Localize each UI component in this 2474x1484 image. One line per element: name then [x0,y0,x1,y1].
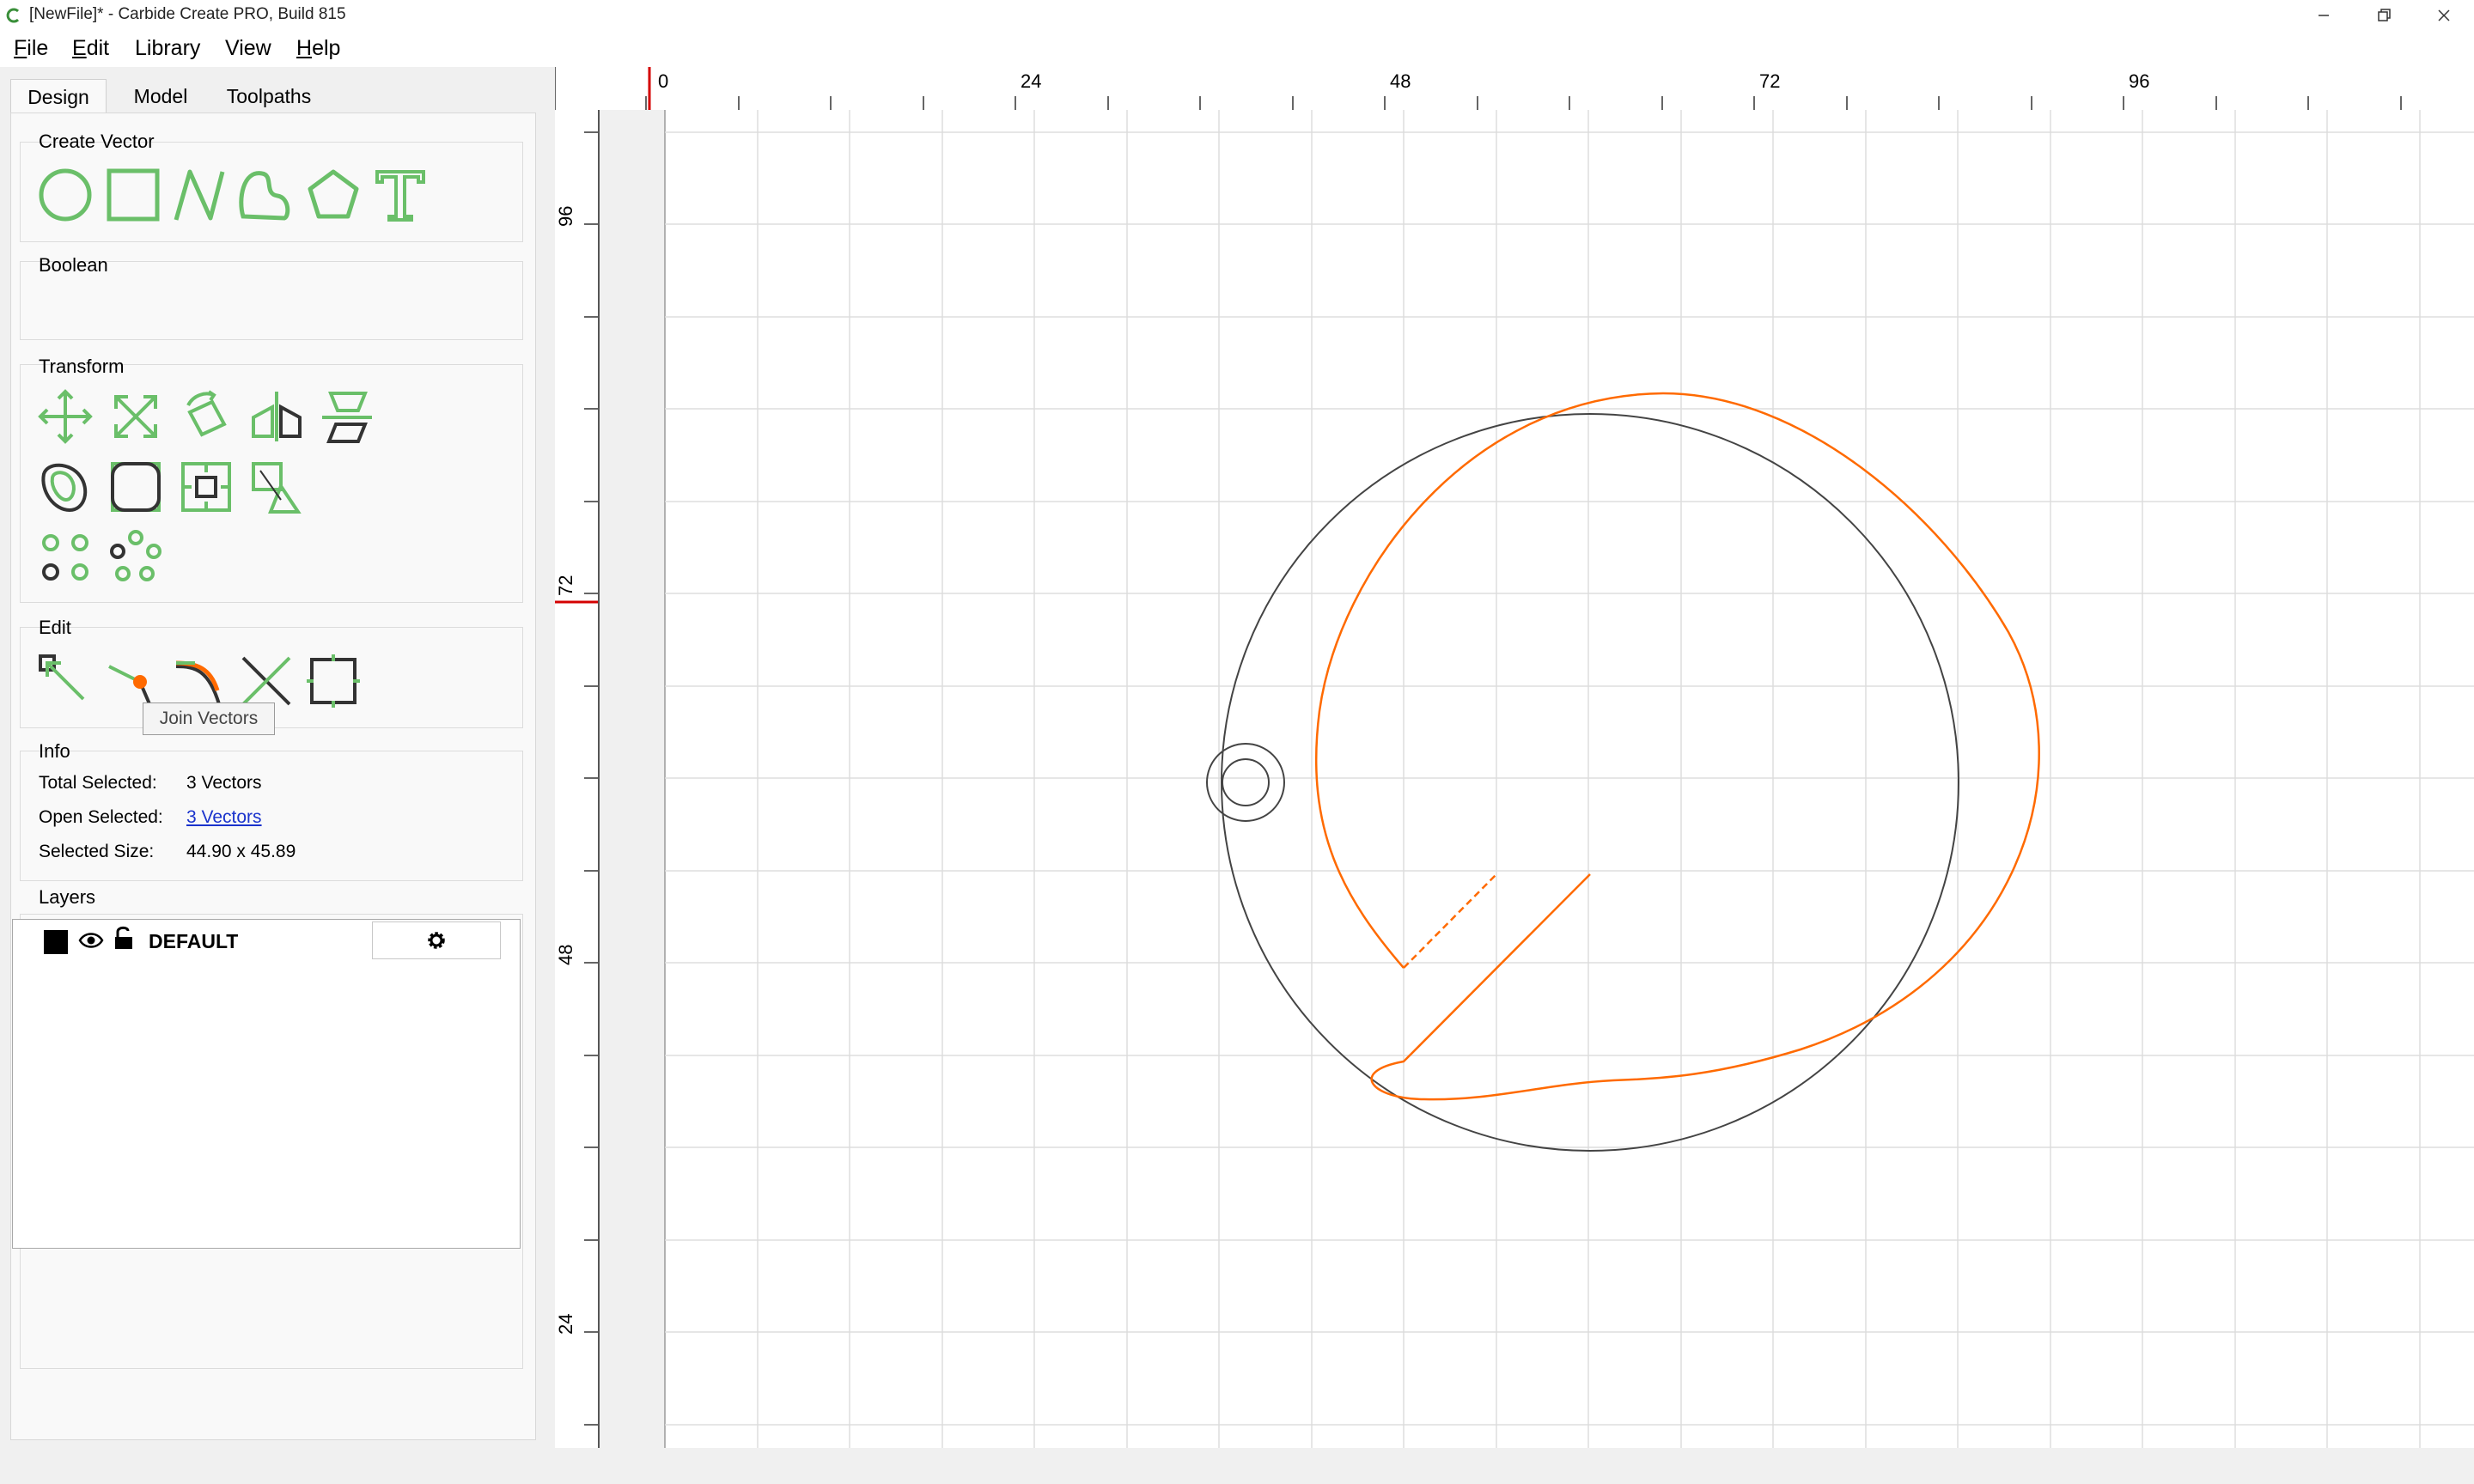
unlock-icon[interactable] [113,925,135,951]
eye-icon[interactable] [78,930,104,951]
draw-rectangle-button[interactable] [102,165,162,225]
canvas-drawing[interactable] [600,110,2474,1448]
layers-title: Layers [39,886,96,908]
tab-design[interactable]: Design [10,79,107,114]
node-edit-icon [39,654,85,701]
group-button[interactable] [176,457,236,517]
offset-button[interactable] [35,457,95,517]
minimize-icon [2319,15,2329,16]
tab-model[interactable]: Model [113,79,208,113]
restore-icon [2378,9,2391,21]
layer-color-swatch[interactable] [44,930,68,954]
title-bar: [NewFile]* - Carbide Create PRO, Build 8… [0,0,2474,31]
polygon-icon [308,169,359,219]
rectangle-icon [107,168,160,222]
fillet-icon [111,462,161,512]
ungroup-button[interactable] [247,457,307,517]
ruler-y-label: 48 [555,944,576,965]
menu-bar: File Edit Library View Help [0,31,2474,67]
total-selected-label: Total Selected: [39,773,157,793]
vertical-ruler: 96 72 48 24 [555,110,600,1448]
menu-help[interactable]: Help [296,36,340,61]
create-vector-title: Create Vector [39,131,155,152]
bounding-box-icon [307,654,360,708]
horizontal-ruler: 0 24 48 72 96 [554,67,2474,112]
draw-circle-button[interactable] [35,165,95,225]
curve-icon [239,171,290,221]
join-vectors-tooltip: Join Vectors [143,702,275,735]
menu-view[interactable]: View [225,36,271,61]
preview-join-segment [1403,873,1497,969]
move-button[interactable] [35,386,95,447]
menu-library[interactable]: Library [135,36,200,61]
rotate-button[interactable] [176,386,236,447]
gear-icon [428,932,445,949]
draw-polygon-button[interactable] [303,165,363,225]
align-button[interactable] [317,386,377,447]
draw-text-button[interactable] [370,165,430,225]
rotate-icon [186,390,227,437]
boolean-title: Boolean [39,254,108,276]
draw-curve-button[interactable] [236,165,296,225]
selected-size-value: 44.90 x 45.89 [186,842,296,861]
minimize-button[interactable] [2294,0,2354,31]
ruler-y-label: 96 [555,205,576,227]
large-circle-vector[interactable] [1221,413,1959,1152]
small-circle-inner-vector[interactable] [1222,758,1270,806]
selected-size-label: Selected Size: [39,842,155,861]
app-logo-icon [6,8,20,23]
bounding-box-button[interactable] [303,651,363,711]
ruler-x-label: 72 [1759,70,1781,92]
node-edit-button[interactable] [35,651,95,711]
open-selected-link[interactable]: 3 Vectors [186,807,262,828]
restore-button[interactable] [2354,0,2414,31]
info-title: Info [39,740,70,762]
linear-array-button[interactable] [35,527,95,587]
ruler-x-label: 0 [658,70,669,92]
edit-title: Edit [39,617,71,638]
menu-edit[interactable]: Edit [72,36,109,61]
close-icon [2438,9,2450,21]
mirror-icon [252,392,302,441]
ruler-x-label: 48 [1390,70,1411,92]
canvas-grid [664,110,2474,1448]
circle-icon [39,168,92,222]
design-canvas[interactable] [600,110,2474,1448]
horizontal-ruler-ticks [554,67,2402,110]
close-button[interactable] [2414,0,2474,31]
mirror-button[interactable] [247,386,307,447]
fillet-button[interactable] [106,457,166,517]
tab-toolpaths[interactable]: Toolpaths [213,79,325,113]
ruler-y-label: 24 [555,1313,576,1335]
ruler-x-label: 24 [1021,70,1042,92]
menu-file[interactable]: File [14,36,48,61]
open-selected-label: Open Selected: [39,807,163,827]
polyline-icon [174,169,225,221]
transform-title: Transform [39,356,125,377]
draw-polyline-button[interactable] [169,165,229,225]
layer-settings-button[interactable] [372,921,501,959]
canvas-margin [600,110,665,1448]
window-title: [NewFile]* - Carbide Create PRO, Build 8… [29,5,346,23]
text-icon [375,170,425,222]
align-icon [322,392,372,443]
scale-icon [114,395,157,438]
layers-list: DEFAULT [12,919,521,1249]
ruler-y-label: 72 [555,575,576,596]
vertical-ruler-ticks [555,131,598,1426]
circular-array-button[interactable] [106,527,166,587]
layer-name: DEFAULT [149,930,239,952]
group-icon [181,462,231,512]
total-selected-value: 3 Vectors [186,773,262,793]
ungroup-icon [252,462,302,514]
open-curve-vector[interactable] [1314,392,2040,1101]
offset-icon [41,463,88,513]
linear-array-icon [42,534,88,581]
ruler-x-label: 96 [2129,70,2150,92]
scale-button[interactable] [106,386,166,447]
move-arrows-icon [38,389,93,444]
circular-array-icon [110,530,161,581]
